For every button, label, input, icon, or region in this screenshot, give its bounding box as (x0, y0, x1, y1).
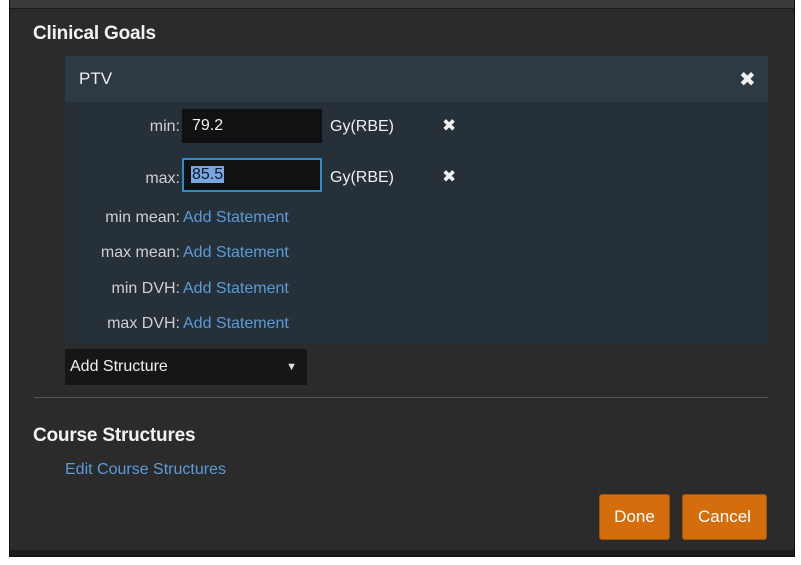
remove-min-close-icon[interactable]: ✖ (442, 116, 456, 136)
edit-course-structures-link[interactable]: Edit Course Structures (65, 461, 226, 479)
cancel-button[interactable]: Cancel (682, 494, 767, 540)
min-label: min: (149, 118, 180, 135)
min-dvh-add-statement-link[interactable]: Add Statement (183, 280, 289, 298)
min-value-text: 79.2 (192, 117, 224, 134)
section-divider (34, 397, 768, 398)
structure-header: PTV ✖ (65, 56, 768, 102)
max-mean-label: max mean: (100, 244, 180, 261)
min-unit: Gy(RBE) (330, 118, 394, 135)
max-value-text: 85.5 (191, 166, 225, 183)
clinical-goals-title: Clinical Goals (33, 23, 156, 44)
min-dvh-label: min DVH: (111, 280, 180, 297)
remove-structure-close-icon[interactable]: ✖ (739, 67, 756, 91)
add-structure-select[interactable]: Add Structure ▼ (65, 349, 307, 385)
add-structure-label: Add Structure (70, 358, 168, 375)
min-value-input[interactable]: 79.2 (182, 109, 322, 143)
dialog-bottom-edge (10, 550, 794, 556)
max-value-input[interactable]: 85.5 (182, 158, 322, 192)
clinical-goals-dialog: Clinical Goals PTV ✖ min: 79.2 Gy(RBE) ✖… (10, 0, 794, 556)
min-mean-add-statement-link[interactable]: Add Statement (183, 209, 289, 227)
max-unit: Gy(RBE) (330, 169, 394, 186)
course-structures-title: Course Structures (33, 425, 196, 446)
dialog-top-edge (10, 0, 794, 9)
max-mean-add-statement-link[interactable]: Add Statement (183, 244, 289, 262)
max-label: max: (145, 170, 180, 187)
max-dvh-label: max DVH: (107, 315, 180, 332)
min-mean-label: min mean: (105, 209, 180, 226)
structure-name: PTV (79, 69, 113, 88)
max-dvh-add-statement-link[interactable]: Add Statement (183, 315, 289, 333)
structure-goal-panel: PTV ✖ min: 79.2 Gy(RBE) ✖ max: 85.5 Gy(R… (65, 56, 768, 344)
remove-max-close-icon[interactable]: ✖ (442, 167, 456, 187)
caret-down-icon: ▼ (286, 361, 297, 373)
done-button[interactable]: Done (599, 494, 670, 540)
